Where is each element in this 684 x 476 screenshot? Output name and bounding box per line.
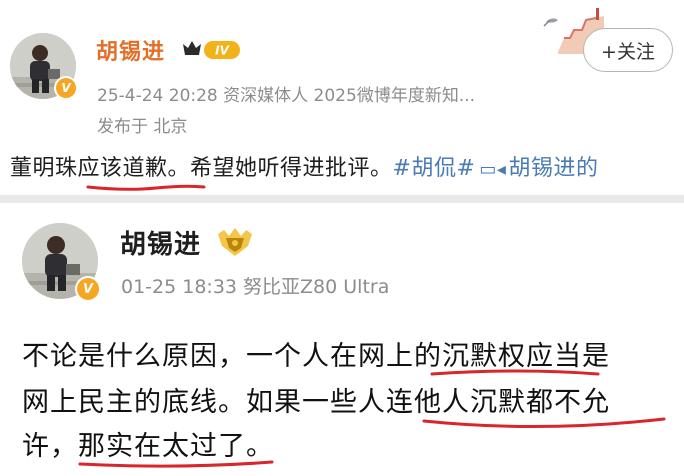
v-verified-icon: V [56, 78, 76, 98]
red-underline-mark [86, 184, 206, 191]
post-meta: 25-4-24 20:28 资深媒体人 2025微博年度新知... [97, 86, 476, 106]
screenshot-canvas: V 胡锡进 IV 25-4-24 20:28 资深媒体人 2025微博年度新知.… [0, 0, 684, 476]
post-text-line: 网上民主的底线。如果一些人连他人沉默都不允 [22, 387, 610, 418]
post-location: 发布于 北京 [97, 117, 188, 137]
post-text: 董明珠应该道歉。希望她听得进批评。#胡侃# ▭◂胡锡进的 [10, 150, 598, 182]
post-text-line: 许，那实在太过了。 [22, 431, 274, 462]
verified-badge: V [75, 276, 101, 302]
author-name[interactable]: 胡锡进 [96, 34, 165, 66]
video-link[interactable]: 胡锡进的 [508, 156, 598, 181]
level-crown-icon: IV [183, 41, 240, 59]
video-camera-icon: ▭◂ [479, 159, 507, 180]
author-name[interactable]: 胡锡进 [120, 224, 201, 261]
post-text-line: 不论是什么原因，一个人在网上的沉默权应当是 [22, 341, 610, 372]
hashtag-link[interactable]: #胡侃# [393, 156, 476, 181]
follow-button[interactable]: +关注 [583, 28, 673, 72]
member-shield-icon [218, 228, 252, 256]
v-verified-icon: V [77, 278, 99, 300]
level-badge-text: IV [215, 44, 230, 58]
post-text-main: 董明珠应该道歉。希望她听得进批评。 [10, 156, 393, 181]
verified-badge: V [54, 76, 78, 100]
post-meta: 01-25 18:33 努比亚Z80 Ultra [121, 276, 390, 298]
